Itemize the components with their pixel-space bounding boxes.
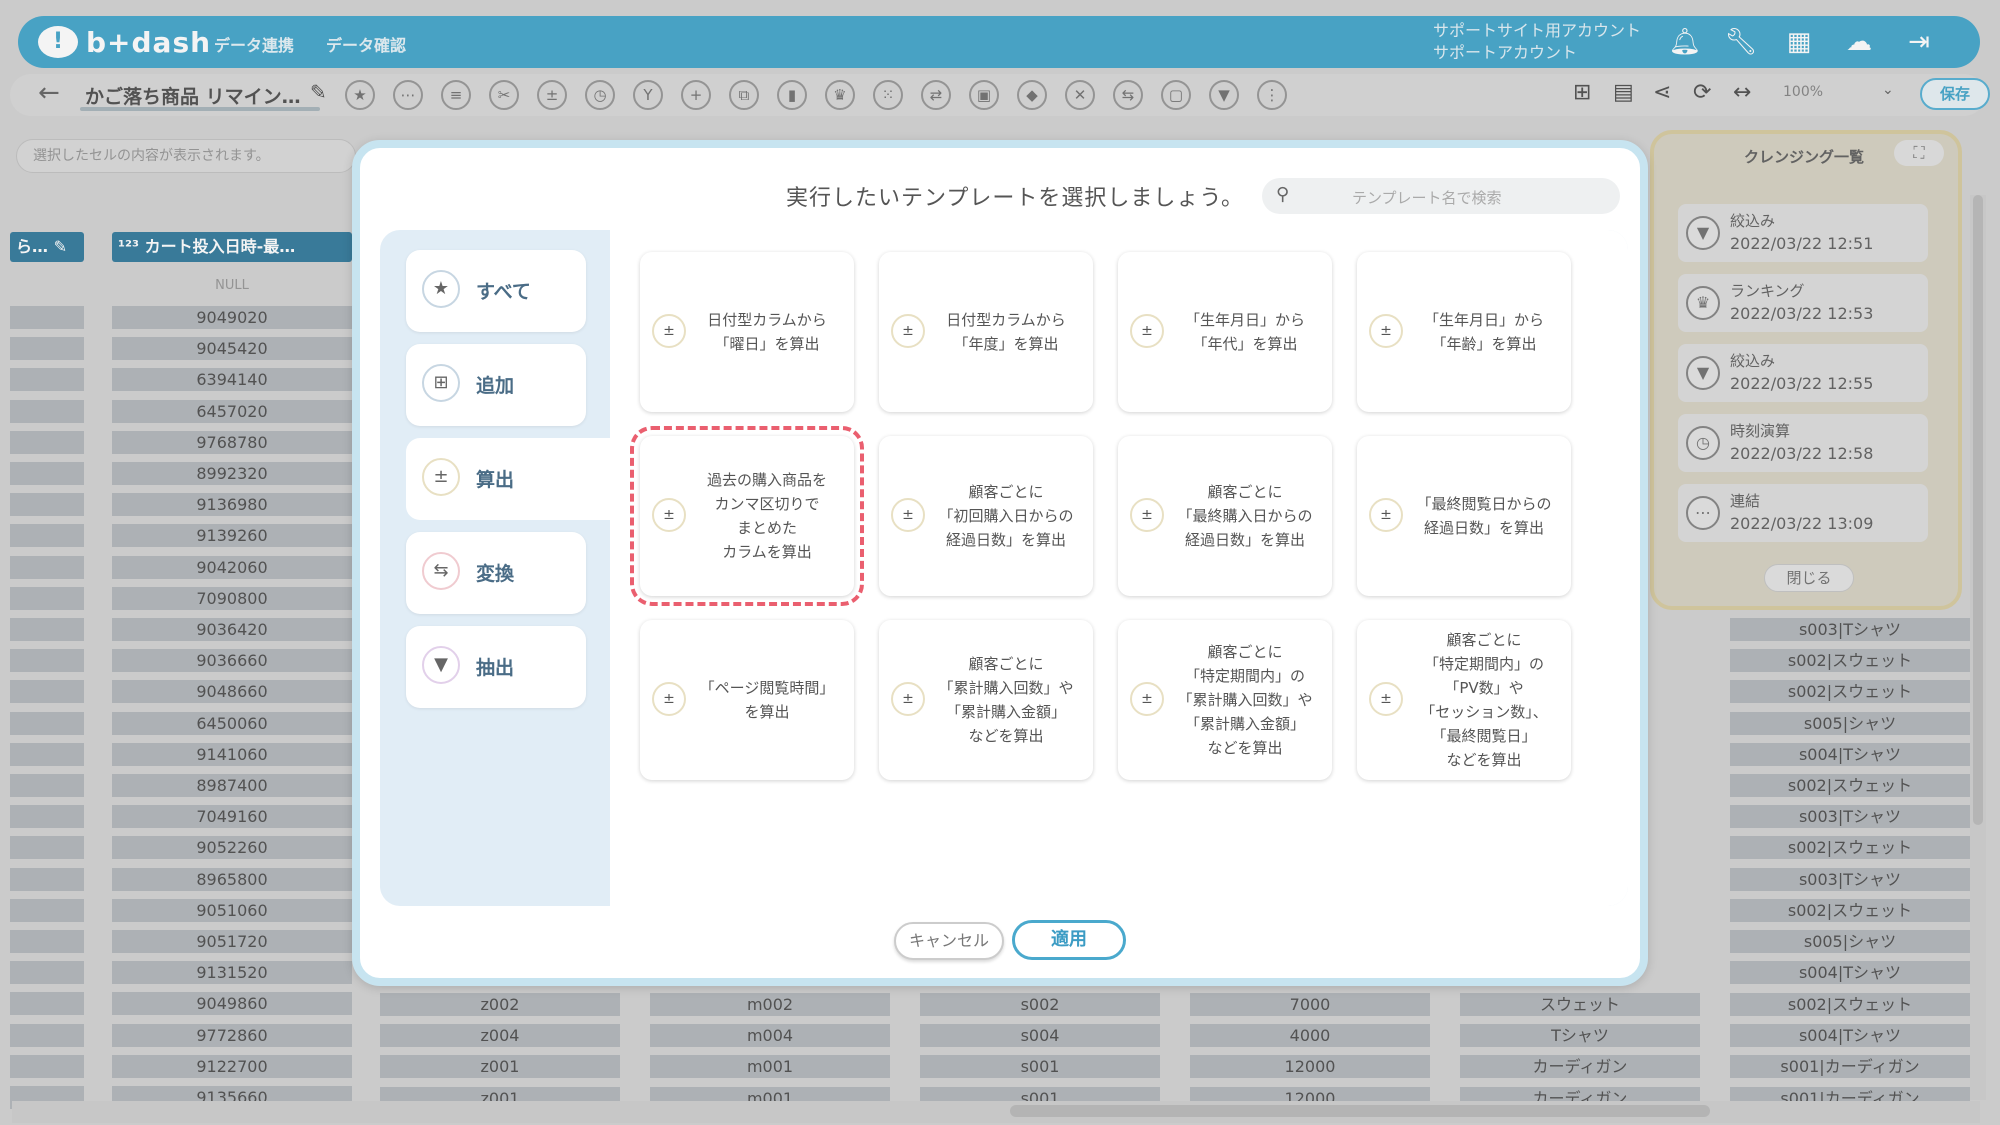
calc-icon: ± <box>652 498 686 532</box>
modal-title: 実行したいテンプレートを選択しましょう。 <box>786 186 1245 211</box>
template-card[interactable]: ± 顧客ごとに 「特定期間内」の 「PV数」や 「セッション数」、 「最終閲覧日… <box>1357 620 1571 780</box>
template-label: 日付型カラムから 「曜日」を算出 <box>707 311 827 353</box>
category-label: 追加 <box>476 375 515 397</box>
plus-icon: ⊞ <box>422 364 460 402</box>
category-add[interactable]: ⊞ 追加 <box>406 344 586 426</box>
template-label: 日付型カラムから 「年度」を算出 <box>946 311 1066 353</box>
category-label: 抽出 <box>476 657 515 679</box>
template-card[interactable]: ± 日付型カラムから 「曜日」を算出 <box>640 252 854 412</box>
filter-icon: ▼ <box>422 646 460 684</box>
template-card[interactable]: ± 顧客ごとに 「最終購入日からの 経過日数」を算出 <box>1118 436 1332 596</box>
calc-icon: ± <box>1130 314 1164 348</box>
category-label: 変換 <box>476 563 515 585</box>
template-label: 「最終閲覧日からの 経過日数」を算出 <box>1416 495 1552 537</box>
template-label: 顧客ごとに 「特定期間内」の 「累計購入回数」や 「累計購入金額」 などを算出 <box>1177 643 1313 757</box>
template-label: 「ページ閲覧時間」 を算出 <box>699 679 835 721</box>
template-card[interactable]: ± 「最終閲覧日からの 経過日数」を算出 <box>1357 436 1571 596</box>
calc-icon: ± <box>891 314 925 348</box>
convert-icon: ⇆ <box>422 552 460 590</box>
calc-icon: ± <box>1130 682 1164 716</box>
category-calculate[interactable]: ± 算出 <box>406 438 610 520</box>
cancel-button[interactable]: キャンセル <box>894 922 1004 960</box>
category-all[interactable]: ★ すべて <box>406 250 586 332</box>
category-convert[interactable]: ⇆ 変換 <box>406 532 586 614</box>
search-placeholder: テンプレート名で検索 <box>1352 189 1502 207</box>
template-label: 「生年月日」から 「年代」を算出 <box>1184 311 1305 353</box>
template-card[interactable]: ± 顧客ごとに 「初回購入日からの 経過日数」を算出 <box>879 436 1093 596</box>
calc-icon: ± <box>1130 498 1164 532</box>
calc-icon: ± <box>1369 498 1403 532</box>
template-card[interactable]: ± 日付型カラムから 「年度」を算出 <box>879 252 1093 412</box>
calc-icon: ± <box>422 458 460 496</box>
calc-icon: ± <box>1369 682 1403 716</box>
template-label: 顧客ごとに 「累計購入回数」や 「累計購入金額」 などを算出 <box>938 655 1074 745</box>
modal-body: ★ すべて ⊞ 追加 ± 算出 ⇆ 変換 ▼ 抽出 ± 日付型カラムから 「曜日… <box>380 230 1628 906</box>
template-card[interactable]: ± 顧客ごとに 「特定期間内」の 「累計購入回数」や 「累計購入金額」 などを算… <box>1118 620 1332 780</box>
template-search-input[interactable]: ⚲ テンプレート名で検索 <box>1262 178 1620 214</box>
apply-button[interactable]: 適用 <box>1012 920 1126 960</box>
template-card[interactable]: ± 「ページ閲覧時間」 を算出 <box>640 620 854 780</box>
template-card-selected[interactable]: ± 過去の購入商品を カンマ区切りで まとめた カラムを算出 <box>630 426 864 606</box>
template-label: 顧客ごとに 「最終購入日からの 経過日数」を算出 <box>1177 483 1313 549</box>
template-label: 顧客ごとに 「特定期間内」の 「PV数」や 「セッション数」、 「最終閲覧日」 … <box>1420 631 1548 769</box>
category-label: 算出 <box>476 469 515 491</box>
template-label: 過去の購入商品を カンマ区切りで まとめた カラムを算出 <box>706 471 827 561</box>
category-extract[interactable]: ▼ 抽出 <box>406 626 586 708</box>
calc-icon: ± <box>1369 314 1403 348</box>
search-icon: ⚲ <box>1276 184 1290 205</box>
calc-icon: ± <box>652 314 686 348</box>
template-card[interactable]: ± 「生年月日」から 「年代」を算出 <box>1118 252 1332 412</box>
calc-icon: ± <box>891 682 925 716</box>
template-modal: 実行したいテンプレートを選択しましょう。 ⚲ テンプレート名で検索 ★ すべて … <box>352 140 1648 986</box>
template-card[interactable]: ± 「生年月日」から 「年齢」を算出 <box>1357 252 1571 412</box>
calc-icon: ± <box>891 498 925 532</box>
star-icon: ★ <box>422 270 460 308</box>
template-grid: ± 日付型カラムから 「曜日」を算出 ± 日付型カラムから 「年度」を算出 ± … <box>610 230 1628 906</box>
category-label: すべて <box>476 281 531 303</box>
template-label: 「生年月日」から 「年齢」を算出 <box>1423 311 1544 353</box>
template-card[interactable]: ± 顧客ごとに 「累計購入回数」や 「累計購入金額」 などを算出 <box>879 620 1093 780</box>
template-label: 顧客ごとに 「初回購入日からの 経過日数」を算出 <box>938 483 1074 549</box>
calc-icon: ± <box>652 682 686 716</box>
